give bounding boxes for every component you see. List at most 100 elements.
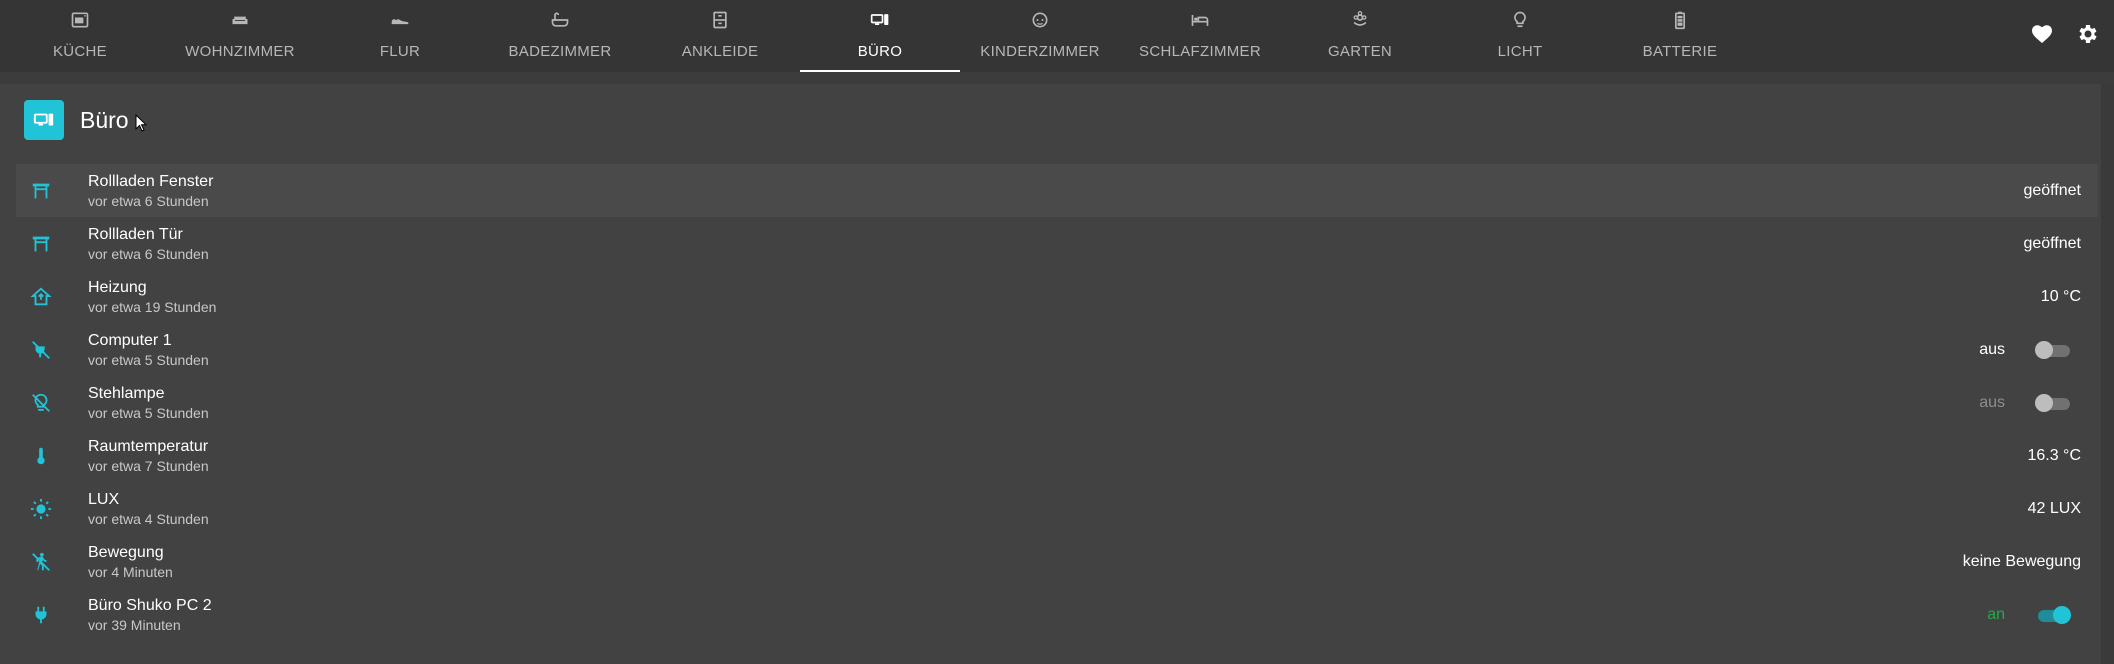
tab-licht[interactable]: LICHT	[1440, 0, 1600, 72]
entity-info: Büro Shuko PC 2 vor 39 Minuten	[88, 596, 212, 634]
entity-name: Raumtemperatur	[88, 438, 209, 455]
tab-schlafzimmer[interactable]: SCHLAFZIMMER	[1120, 0, 1280, 72]
entity-list: Rollladen Fenster vor etwa 6 Stunden geö…	[16, 164, 2098, 641]
entity-row-rollladen-fenster[interactable]: Rollladen Fenster vor etwa 6 Stunden geö…	[16, 164, 2098, 217]
entity-state: 10 °C	[2040, 287, 2081, 305]
power-plug-icon	[35, 606, 47, 623]
tab-label: BADEZIMMER	[508, 43, 612, 60]
entity-last-changed: vor 4 Minuten	[88, 564, 173, 580]
sofa-icon	[232, 16, 248, 25]
entity-last-changed: vor etwa 19 Stunden	[88, 299, 217, 315]
entity-row-lux[interactable]: LUX vor etwa 4 Stunden 42 LUX	[16, 482, 2098, 535]
tab-kueche[interactable]: KÜCHE	[0, 0, 160, 72]
entity-row-buero-shuko-pc-2[interactable]: Büro Shuko PC 2 vor 39 Minuten an	[16, 588, 2098, 641]
entity-state: 16.3 °C	[2027, 446, 2081, 464]
tab-buero[interactable]: BÜRO	[800, 0, 960, 72]
tab-label: BÜRO	[857, 43, 903, 60]
card-header: Büro	[24, 100, 129, 140]
tab-label: KINDERZIMMER	[980, 43, 1100, 60]
tab-badezimmer[interactable]: BADEZIMMER	[480, 0, 640, 72]
entity-name: LUX	[88, 491, 120, 508]
gear-icon[interactable]	[2076, 22, 2100, 46]
entity-info: Rollladen Fenster vor etwa 6 Stunden	[88, 172, 213, 210]
tab-batterie[interactable]: BATTERIE	[1600, 0, 1760, 72]
entity-state: an	[1987, 605, 2005, 623]
entity-state: 42 LUX	[2027, 499, 2081, 517]
tab-kinderzimmer[interactable]: KINDERZIMMER	[960, 0, 1120, 72]
computer-1-toggle[interactable]	[2035, 339, 2071, 361]
buero-shuko-pc-2-toggle[interactable]	[2035, 604, 2071, 626]
entity-info: Stehlampe vor etwa 5 Stunden	[88, 384, 209, 422]
entity-row-raumtemperatur[interactable]: Raumtemperatur vor etwa 7 Stunden 16.3 °…	[16, 429, 2098, 482]
entity-name: Stehlampe	[88, 385, 165, 402]
entity-row-rollladen-tuer[interactable]: Rollladen Tür vor etwa 6 Stunden geöffne…	[16, 217, 2098, 270]
header-actions	[2030, 22, 2100, 46]
tab-label: WOHNZIMMER	[185, 43, 295, 60]
brightness-icon	[30, 498, 52, 519]
entity-name: Rollladen Tür	[88, 226, 183, 243]
baby-face-icon	[1032, 12, 1048, 28]
desktop-icon	[870, 14, 889, 25]
entity-state: geöffnet	[2023, 181, 2081, 199]
card-title: Büro	[80, 106, 129, 133]
tab-garten[interactable]: GARTEN	[1280, 0, 1440, 72]
mouse-cursor-icon	[135, 114, 147, 132]
room-tabs: KÜCHE WOHNZIMMER FLUR BADEZIMMER ANKLEID…	[0, 0, 1760, 72]
entity-last-changed: vor etwa 5 Stunden	[88, 352, 209, 368]
scrollbar-track[interactable]	[2101, 84, 2114, 664]
entity-last-changed: vor etwa 6 Stunden	[88, 193, 209, 209]
entity-last-changed: vor 39 Minuten	[88, 617, 181, 633]
tab-label: GARTEN	[1327, 43, 1393, 60]
tab-label: FLUR	[379, 43, 421, 60]
shoe-icon	[391, 19, 409, 25]
entity-info: Computer 1 vor etwa 5 Stunden	[88, 331, 209, 369]
desktop-icon	[33, 113, 54, 126]
entity-info: Rollladen Tür vor etwa 6 Stunden	[88, 225, 209, 263]
bed-icon	[1191, 15, 1209, 26]
entity-row-computer-1[interactable]: Computer 1 vor etwa 5 Stunden aus	[16, 323, 2098, 376]
tab-ankleide[interactable]: ANKLEIDE	[640, 0, 800, 72]
tab-label: LICHT	[1497, 43, 1543, 60]
flower-icon	[1353, 11, 1367, 26]
walk-off-icon	[32, 552, 50, 571]
tab-label: ANKLEIDE	[681, 43, 759, 60]
entity-state: keine Bewegung	[1962, 552, 2081, 570]
toggle-knob	[2035, 393, 2053, 412]
entity-info: Heizung vor etwa 19 Stunden	[88, 278, 216, 316]
entity-info: Bewegung vor 4 Minuten	[88, 543, 173, 581]
entity-row-stehlampe[interactable]: Stehlampe vor etwa 5 Stunden aus	[16, 376, 2098, 429]
battery-icon	[1675, 11, 1685, 30]
entity-name: Computer 1	[88, 332, 172, 349]
card-icon-badge	[24, 100, 64, 140]
entity-state: aus	[1979, 340, 2005, 358]
room-card: Büro Rollladen Fenster vor etwa 6 Stunde…	[7, 84, 2099, 664]
entity-name: Rollladen Fenster	[88, 173, 214, 190]
stehlampe-toggle[interactable]	[2035, 392, 2071, 414]
heart-icon[interactable]	[2030, 22, 2054, 46]
toggle-knob	[2053, 605, 2071, 624]
tab-label: BATTERIE	[1642, 43, 1718, 60]
entity-info: Raumtemperatur vor etwa 7 Stunden	[88, 437, 209, 475]
entity-last-changed: vor etwa 4 Stunden	[88, 511, 209, 527]
power-plug-off-icon	[32, 340, 50, 359]
window-shutter-icon	[32, 236, 50, 251]
entity-row-heizung[interactable]: Heizung vor etwa 19 Stunden 10 °C	[16, 270, 2098, 323]
entity-name: Heizung	[88, 279, 147, 296]
wardrobe-icon	[713, 11, 727, 29]
tab-label: KÜCHE	[52, 43, 107, 60]
tab-flur[interactable]: FLUR	[320, 0, 480, 72]
toggle-knob	[2035, 340, 2053, 359]
entity-name: Bewegung	[88, 544, 164, 561]
stove-icon	[71, 12, 89, 28]
bathtub-icon	[551, 12, 569, 27]
tab-label: SCHLAFZIMMER	[1139, 43, 1261, 60]
thermometer-icon	[37, 447, 45, 464]
entity-row-bewegung[interactable]: Bewegung vor 4 Minuten keine Bewegung	[16, 535, 2098, 588]
lightbulb-icon	[1514, 11, 1526, 28]
tab-wohnzimmer[interactable]: WOHNZIMMER	[160, 0, 320, 72]
top-tab-bar: KÜCHE WOHNZIMMER FLUR BADEZIMMER ANKLEID…	[0, 0, 2114, 72]
entity-last-changed: vor etwa 7 Stunden	[88, 458, 209, 474]
entity-state: aus	[1979, 393, 2005, 411]
bar-shadow	[0, 72, 2114, 84]
entity-info: LUX vor etwa 4 Stunden	[88, 490, 209, 528]
